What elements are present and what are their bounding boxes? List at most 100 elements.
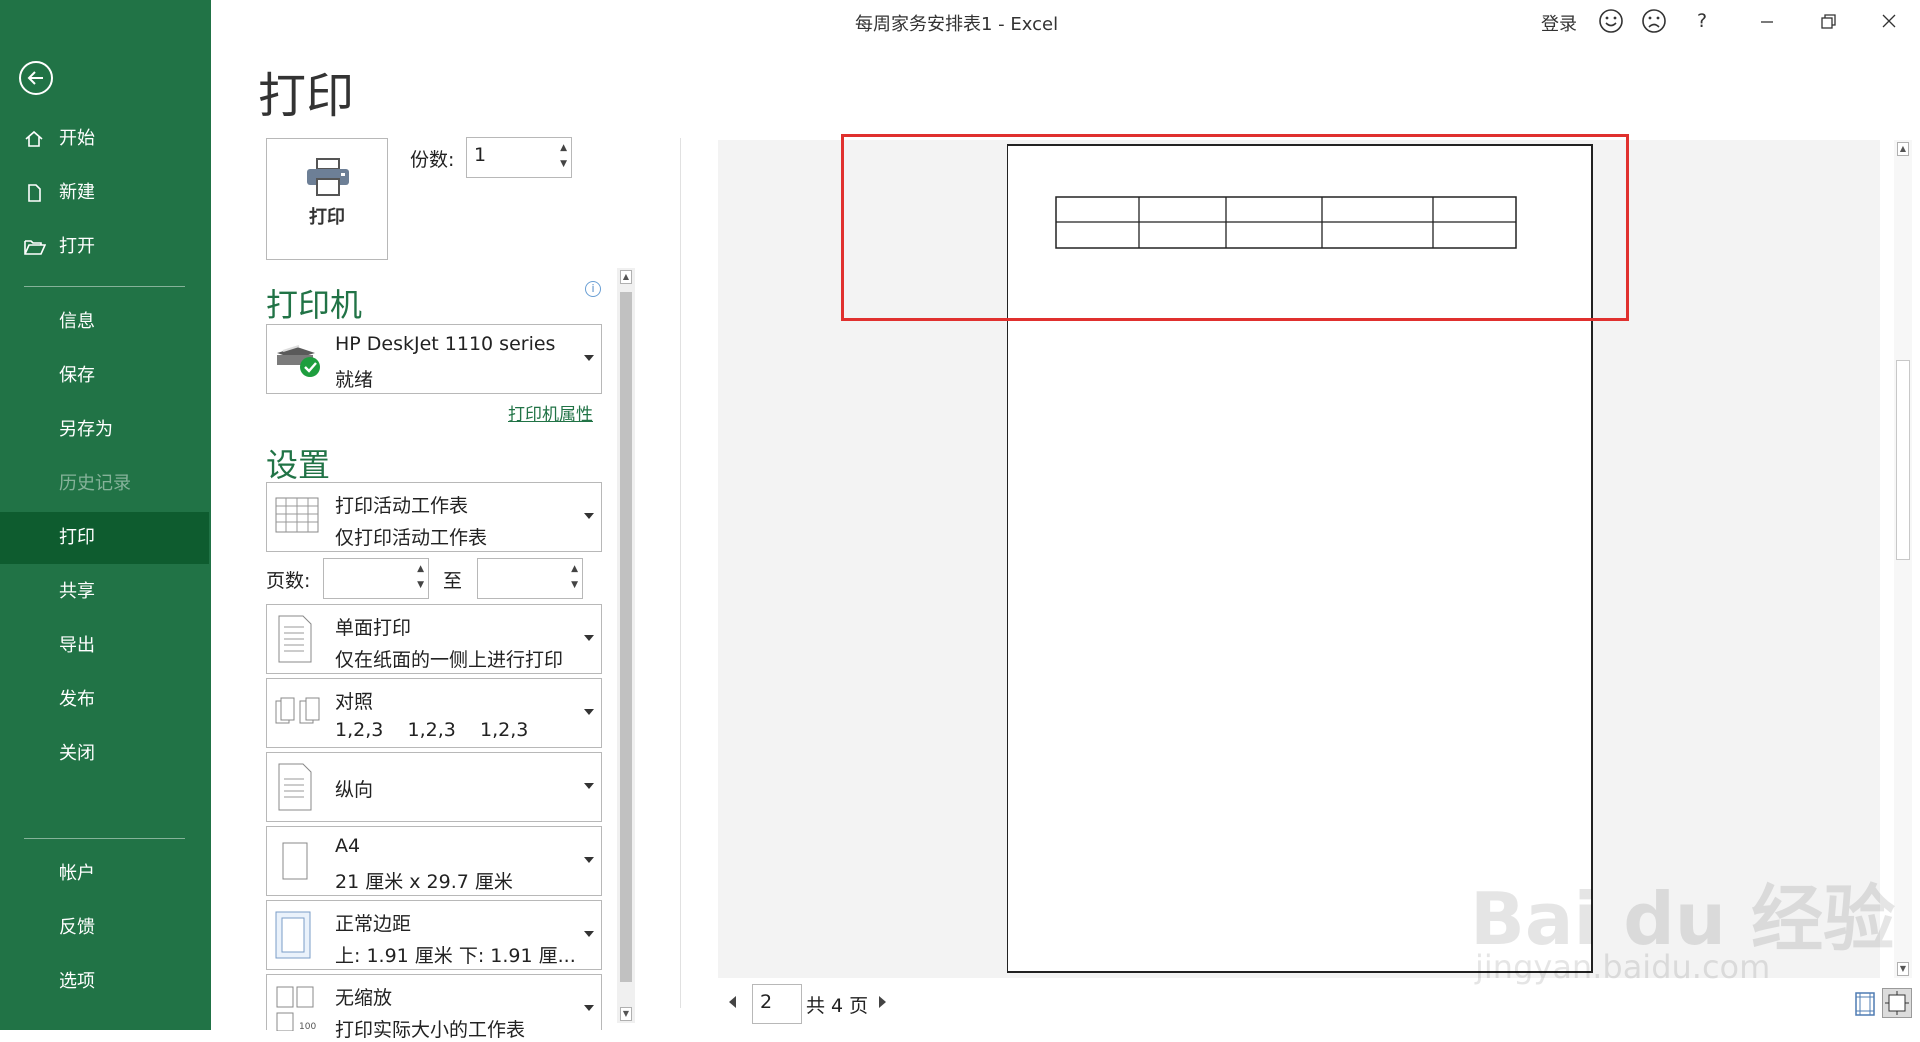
scroll-up-icon[interactable]: ▲	[620, 270, 632, 284]
current-page-input[interactable]: 2	[752, 984, 802, 1024]
copies-label: 份数:	[410, 149, 455, 171]
nav-share[interactable]: 共享	[0, 566, 209, 618]
nav-print[interactable]: 打印	[0, 512, 209, 564]
paper-size-select[interactable]: A4 21 厘米 x 29.7 厘米	[266, 826, 602, 896]
nav-export-label: 导出	[59, 635, 95, 656]
current-page-value: 2	[760, 991, 773, 1013]
printer-icon	[307, 158, 349, 196]
nav-export[interactable]: 导出	[0, 620, 209, 672]
nav-account[interactable]: 帐户	[0, 848, 209, 900]
chevron-down-icon	[584, 783, 594, 789]
pages-to-label: 至	[443, 570, 463, 592]
sides-select[interactable]: 单面打印 仅在纸面的一侧上进行打印	[266, 604, 602, 674]
next-page-icon[interactable]	[879, 996, 886, 1008]
pages-from-up-icon[interactable]: ▲	[417, 565, 424, 574]
zoom-to-page-button[interactable]	[1882, 988, 1912, 1018]
pages-to-input[interactable]: ▲ ▼	[477, 558, 583, 599]
nav-separator	[24, 286, 185, 287]
preview-scroll-thumb[interactable]	[1896, 360, 1910, 560]
scroll-thumb[interactable]	[620, 292, 632, 982]
chevron-down-icon	[584, 513, 594, 519]
margins-select[interactable]: 正常边距 上: 1.91 厘米 下: 1.91 厘...	[266, 900, 602, 970]
chevron-down-icon	[584, 931, 594, 937]
print-what-line2: 仅打印活动工作表	[335, 527, 488, 549]
nav-home-label: 开始	[59, 128, 95, 149]
margins-line2: 上: 1.91 厘米 下: 1.91 厘...	[335, 945, 576, 967]
nav-open[interactable]: 打开	[0, 221, 209, 273]
nav-history-label: 历史记录	[59, 473, 131, 494]
sign-in-link[interactable]: 登录	[1541, 10, 1577, 36]
pages-to-up-icon[interactable]: ▲	[571, 565, 578, 574]
help-button[interactable]: ?	[1697, 10, 1707, 32]
copies-up-icon[interactable]: ▲	[560, 144, 567, 153]
frown-feedback-icon[interactable]	[1641, 8, 1667, 34]
orientation-value: 纵向	[335, 779, 374, 801]
copies-value: 1	[474, 144, 487, 166]
printer-heading: 打印机	[266, 286, 363, 324]
window-title: 每周家务安排表1 - Excel	[855, 14, 1059, 35]
pages-from-input[interactable]: ▲ ▼	[323, 558, 429, 599]
nav-publish[interactable]: 发布	[0, 674, 209, 726]
nav-history: 历史记录	[0, 458, 209, 510]
margins-icon	[275, 911, 311, 959]
copies-input[interactable]: 1 ▲ ▼	[466, 137, 572, 178]
nav-new[interactable]: 新建	[0, 167, 209, 219]
watermark-url: jingyan.baidu.com	[1475, 948, 1771, 986]
chevron-down-icon	[584, 857, 594, 863]
nav-close[interactable]: 关闭	[0, 728, 209, 780]
nav-feedback[interactable]: 反馈	[0, 902, 209, 954]
preview-scroll-down-icon[interactable]: ▼	[1897, 962, 1909, 976]
total-pages-label: 共 4 页	[806, 995, 869, 1017]
scroll-down-icon[interactable]: ▼	[620, 1007, 632, 1021]
show-margins-icon[interactable]	[1855, 992, 1875, 1016]
print-button[interactable]: 打印	[266, 138, 388, 260]
nav-save[interactable]: 保存	[0, 350, 209, 402]
pages-from-down-icon[interactable]: ▼	[417, 581, 424, 590]
paper-size-icon	[282, 842, 308, 880]
nav-options-label: 选项	[59, 971, 95, 992]
settings-heading: 设置	[266, 446, 331, 484]
nav-account-label: 帐户	[59, 863, 95, 884]
print-what-line1: 打印活动工作表	[335, 495, 469, 517]
collate-select[interactable]: 对照 1,2,3 1,2,3 1,2,3	[266, 678, 602, 748]
sides-line1: 单面打印	[335, 617, 412, 639]
sides-line2: 仅在纸面的一侧上进行打印	[335, 649, 564, 671]
nav-info[interactable]: 信息	[0, 296, 209, 348]
restore-icon[interactable]	[1813, 6, 1843, 36]
settings-scrollbar[interactable]: ▲ ▼	[617, 268, 635, 1023]
scaling-line1: 无缩放	[335, 987, 393, 1009]
pages-label: 页数:	[266, 570, 311, 592]
no-scaling-icon: 100	[276, 986, 316, 1031]
print-button-label: 打印	[309, 207, 345, 228]
nav-new-label: 新建	[59, 182, 95, 203]
copies-down-icon[interactable]: ▼	[560, 160, 567, 169]
paper-size-line2: 21 厘米 x 29.7 厘米	[335, 871, 513, 893]
info-icon[interactable]: i	[585, 281, 601, 297]
nav-options[interactable]: 选项	[0, 956, 209, 1008]
scaling-line2: 打印实际大小的工作表	[335, 1019, 526, 1041]
previous-page-icon[interactable]	[729, 996, 736, 1008]
scaling-select[interactable]: 100 无缩放 打印实际大小的工作表	[266, 974, 602, 1041]
orientation-select[interactable]: 纵向	[266, 752, 602, 822]
printer-properties-link[interactable]: 打印机属性	[508, 400, 593, 425]
nav-publish-label: 发布	[59, 689, 95, 710]
minimize-icon[interactable]	[1752, 6, 1782, 36]
printer-select[interactable]: HP DeskJet 1110 series 就绪	[266, 324, 602, 394]
print-what-select[interactable]: 打印活动工作表 仅打印活动工作表	[266, 482, 602, 552]
chevron-down-icon	[584, 1005, 594, 1011]
close-icon[interactable]	[1874, 6, 1904, 36]
nav-save-as[interactable]: 另存为	[0, 404, 209, 456]
smile-feedback-icon[interactable]	[1598, 8, 1624, 34]
preview-scrollbar[interactable]: ▲ ▼	[1894, 140, 1912, 978]
pages-to-down-icon[interactable]: ▼	[571, 581, 578, 590]
nav-print-label: 打印	[59, 527, 95, 548]
nav-save-as-label: 另存为	[59, 419, 113, 440]
margins-line1: 正常边距	[335, 913, 412, 935]
nav-share-label: 共享	[59, 581, 95, 602]
backstage-nav: 开始 新建 打开 信息 保存 另存为 历史记录 打印 共享 导出 发布 关闭 帐…	[0, 0, 211, 1030]
nav-info-label: 信息	[59, 311, 95, 332]
nav-save-label: 保存	[59, 365, 95, 386]
nav-home[interactable]: 开始	[0, 113, 209, 165]
preview-scroll-up-icon[interactable]: ▲	[1897, 142, 1909, 156]
back-button[interactable]	[19, 61, 53, 95]
